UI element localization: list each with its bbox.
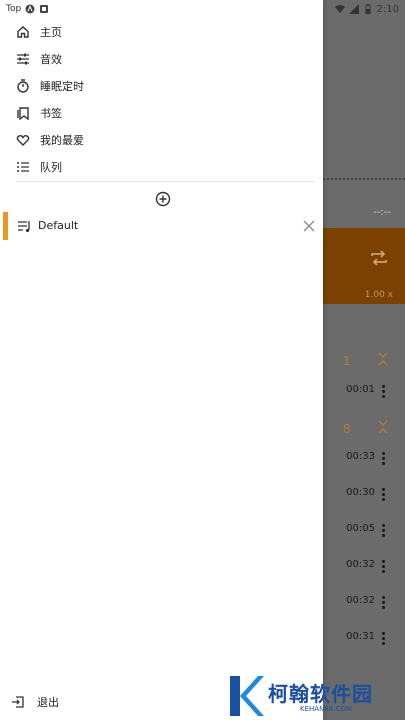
watermark-title: 柯翰软件园 — [268, 682, 373, 706]
menu-item-label: 主页 — [40, 25, 62, 39]
bookmark-icon — [17, 106, 29, 120]
drawer-menu: 主页 音效 睡眠定时 书签 我的最爱 队列 — [0, 18, 323, 180]
menu-item-label: 我的最爱 — [40, 133, 84, 147]
track-time: 00:30 — [346, 487, 375, 498]
timer-icon — [17, 78, 29, 93]
playlist-item-default[interactable]: Default — [0, 212, 323, 240]
logout-label: 退出 — [37, 696, 59, 709]
status-label: Top — [6, 4, 22, 14]
track-time: 00:32 — [346, 559, 375, 570]
menu-item-label: 队列 — [40, 160, 62, 174]
track-menu-icon[interactable] — [382, 488, 386, 504]
playlist-label: Default — [38, 219, 79, 232]
signal-icon — [348, 4, 359, 14]
status-time: 2:10 — [376, 3, 399, 15]
track-time: 00:05 — [346, 523, 375, 534]
track-time: 00:01 — [346, 384, 375, 395]
track-time: 00:31 — [346, 631, 375, 642]
track-time: 00:33 — [346, 451, 375, 462]
collapse-chevron-icon[interactable] — [378, 352, 388, 366]
track-menu-icon[interactable] — [382, 385, 386, 401]
notification-a-icon — [25, 4, 35, 14]
seek-dotted-line — [323, 178, 405, 180]
menu-item-sleep-timer[interactable]: 睡眠定时 — [0, 72, 323, 99]
logout-button[interactable]: 退出 — [11, 694, 59, 710]
wifi-icon — [334, 5, 345, 13]
status-bar: Top 2:10 — [0, 0, 405, 18]
watermark-logo-icon — [230, 676, 264, 716]
navigation-drawer: 主页 音效 睡眠定时 书签 我的最爱 队列 Default 退出 — [0, 0, 323, 720]
track-time: 00:32 — [346, 595, 375, 606]
group-number: 8 — [343, 422, 351, 436]
equalizer-icon — [17, 53, 29, 64]
watermark: 柯翰软件园 KEHAN88.COM — [224, 672, 405, 720]
active-accent-bar — [3, 212, 8, 240]
menu-item-favorites[interactable]: 我的最爱 — [0, 126, 323, 153]
status-left: Top — [6, 4, 49, 14]
add-playlist-icon[interactable] — [155, 191, 171, 207]
track-menu-icon[interactable] — [382, 560, 386, 576]
heart-icon — [16, 134, 30, 146]
queue-icon — [17, 161, 29, 172]
watermark-subtitle: KEHAN88.COM — [300, 705, 352, 713]
track-menu-icon[interactable] — [382, 452, 386, 468]
group-number: 1 — [343, 354, 351, 368]
menu-item-queue[interactable]: 队列 — [0, 153, 323, 180]
menu-item-label: 音效 — [40, 52, 62, 66]
close-icon[interactable] — [302, 219, 316, 233]
home-icon — [17, 25, 29, 38]
status-right: 2:10 — [334, 3, 399, 15]
collapse-chevron-icon[interactable] — [378, 420, 388, 434]
playlist-icon — [18, 221, 30, 233]
repeat-icon[interactable] — [369, 248, 389, 268]
time-placeholder: --:-- — [373, 207, 391, 218]
battery-icon — [365, 4, 371, 14]
playback-speed[interactable]: 1.00 x — [365, 290, 393, 300]
player-background: --:-- 1.00 x 1 00:01 8 00:33 00:30 00:05… — [323, 0, 405, 720]
logout-icon — [12, 696, 24, 708]
track-menu-icon[interactable] — [382, 632, 386, 648]
menu-item-home[interactable]: 主页 — [0, 18, 323, 45]
track-menu-icon[interactable] — [382, 596, 386, 612]
menu-item-label: 睡眠定时 — [40, 79, 84, 93]
now-playing-block: 1.00 x — [323, 228, 405, 304]
menu-item-label: 书签 — [40, 106, 62, 120]
track-menu-icon[interactable] — [382, 524, 386, 540]
menu-divider — [16, 181, 315, 182]
notification-square-icon — [40, 5, 49, 13]
menu-item-bookmarks[interactable]: 书签 — [0, 99, 323, 126]
menu-item-equalizer[interactable]: 音效 — [0, 45, 323, 72]
